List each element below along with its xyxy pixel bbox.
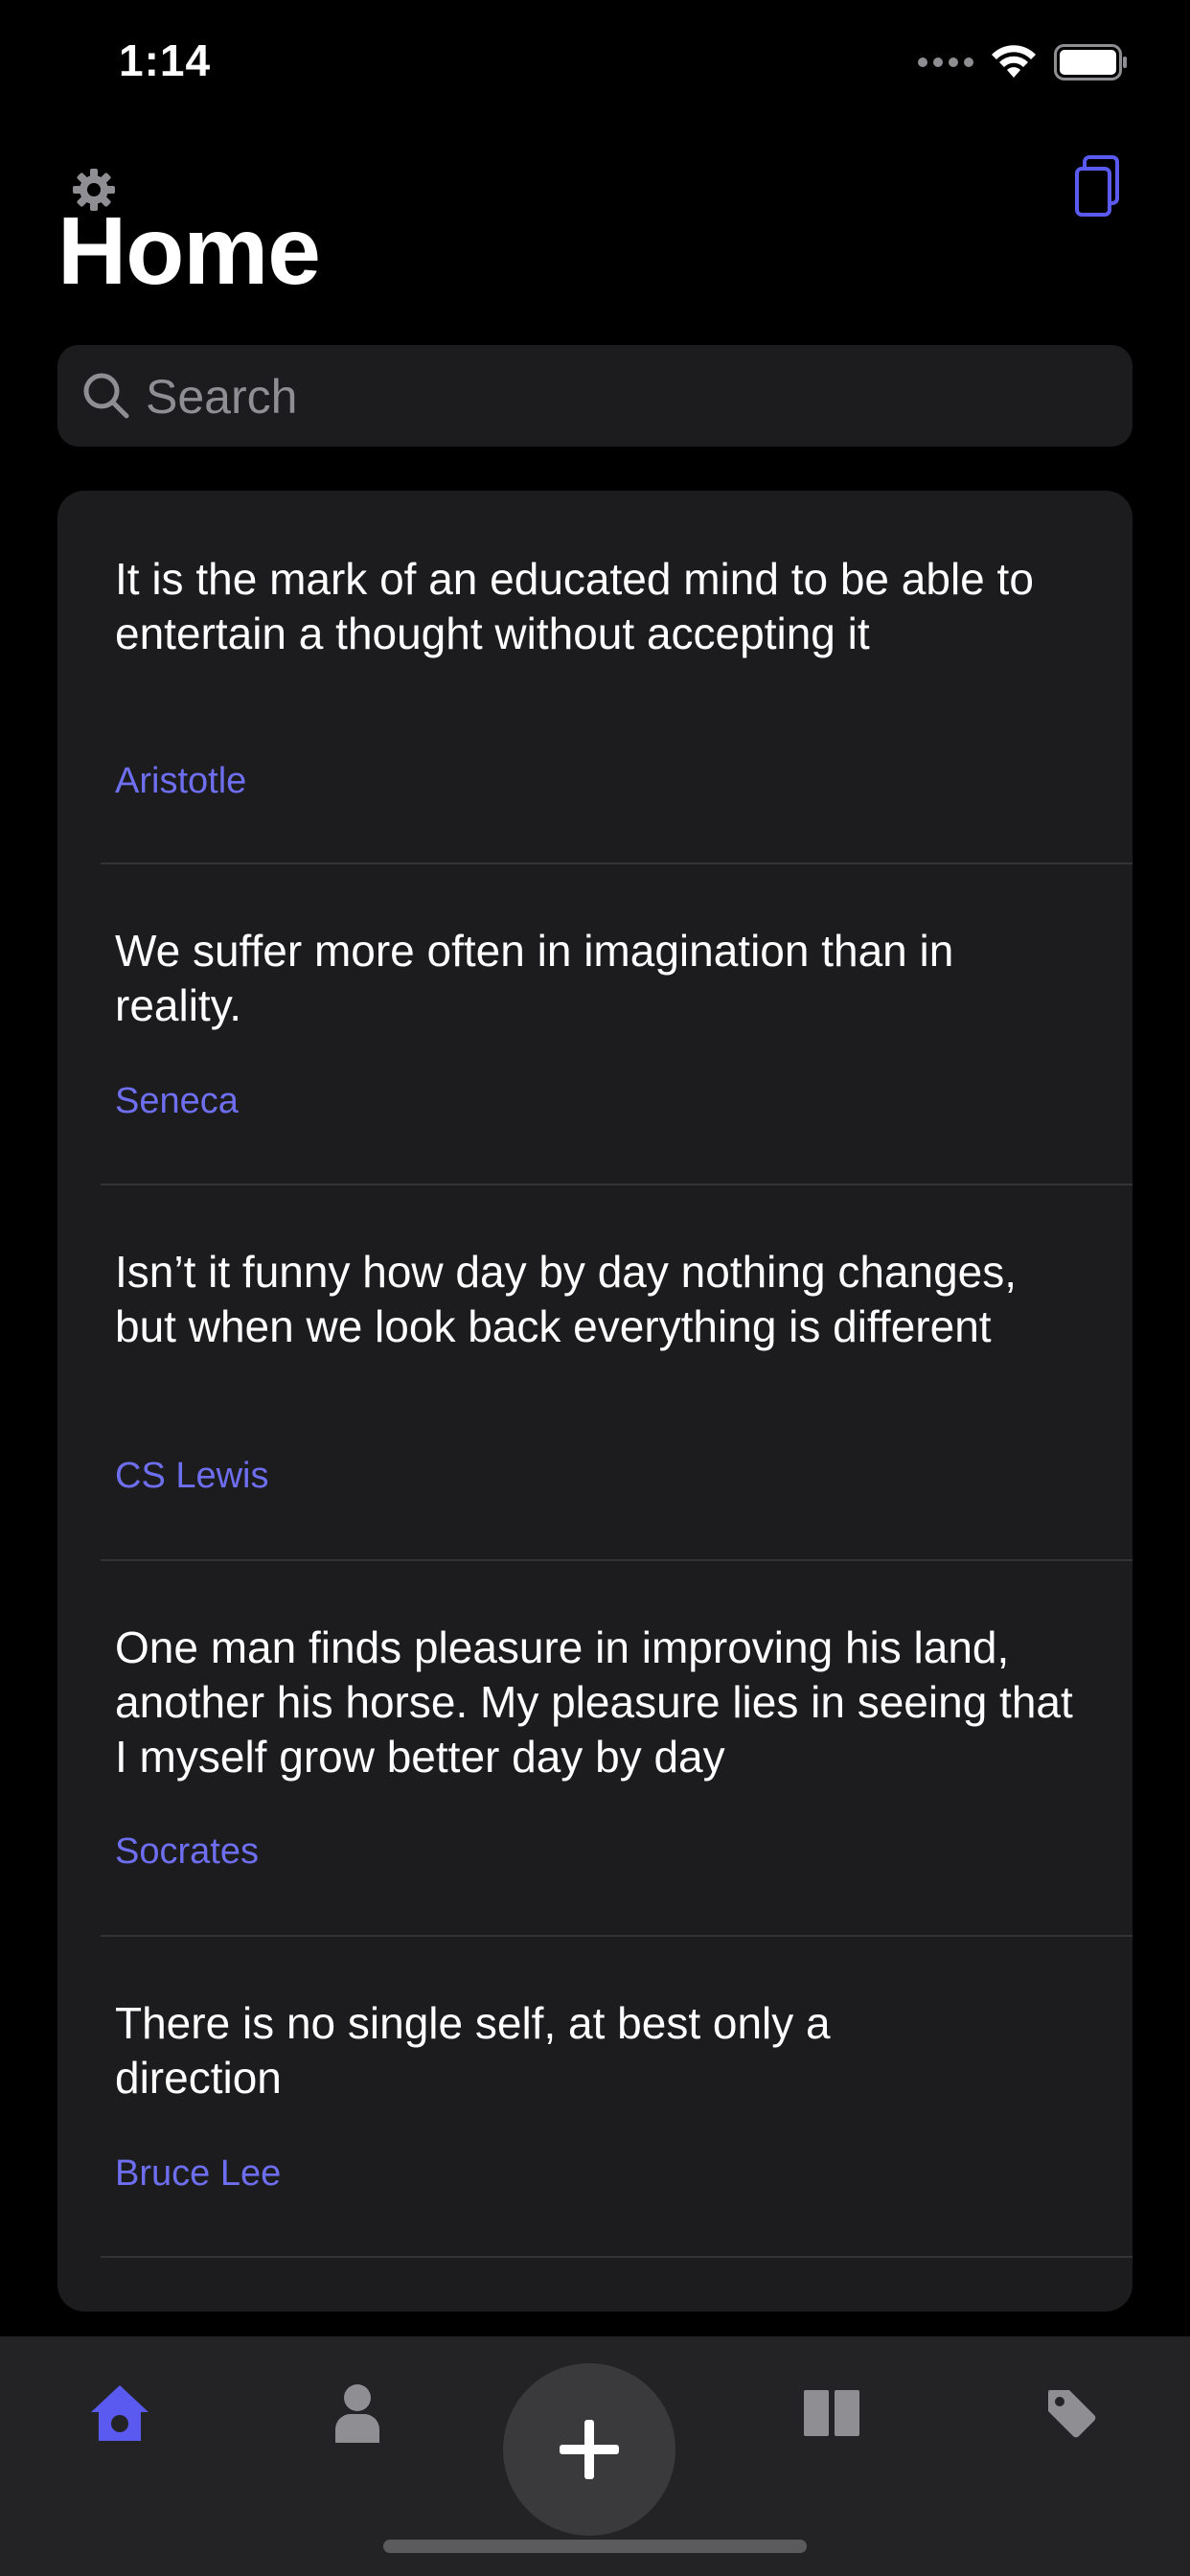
- list-item[interactable]: We suffer more often in imagination than…: [57, 864, 1133, 1185]
- quote-text: One man finds pleasure in improving his …: [115, 1622, 1073, 1782]
- home-indicator: [383, 2540, 807, 2553]
- search-icon: [83, 373, 129, 419]
- quote-author[interactable]: CS Lewis: [115, 1456, 269, 1497]
- quote-author[interactable]: Socrates: [115, 1831, 259, 1873]
- person-icon: [335, 2384, 379, 2443]
- book-icon: [804, 2390, 859, 2436]
- battery-icon: [1054, 44, 1127, 80]
- add-quote-button[interactable]: [503, 2363, 675, 2536]
- search-input[interactable]: [144, 345, 1087, 448]
- status-bar: 1:14: [0, 0, 1190, 125]
- quote-author[interactable]: Seneca: [115, 1081, 239, 1122]
- tab-tags[interactable]: [1033, 2375, 1110, 2451]
- status-indicators: [918, 44, 1129, 80]
- quote-author[interactable]: Aristotle: [115, 761, 246, 802]
- quote-author[interactable]: Bruce Lee: [115, 2153, 281, 2195]
- quote-text: There is no single self, at best only a …: [115, 1998, 831, 2103]
- list-item[interactable]: One man finds pleasure in improving his …: [57, 1561, 1133, 1937]
- wifi-icon: [992, 45, 1036, 78]
- tag-icon: [1048, 2390, 1096, 2438]
- quote-text: It is the mark of an educated mind to be…: [115, 554, 1034, 658]
- status-time: 1:14: [119, 35, 212, 85]
- quote-text: Isn’t it funny how day by day nothing ch…: [115, 1247, 1018, 1351]
- signal-icon: [918, 58, 973, 67]
- page-title: Home: [57, 197, 321, 305]
- list-item[interactable]: It is the mark of an educated mind to be…: [57, 491, 1133, 864]
- home-icon: [91, 2385, 149, 2441]
- quote-list: It is the mark of an educated mind to be…: [57, 491, 1133, 2312]
- divider: [101, 2256, 1133, 2258]
- quote-text: We suffer more often in imagination than…: [115, 926, 954, 1030]
- copy-icon[interactable]: [1071, 153, 1123, 222]
- search-bar[interactable]: [57, 345, 1133, 448]
- add-icon: [560, 2420, 619, 2479]
- navigation-header: Home: [0, 153, 1190, 326]
- list-item[interactable]: Isn’t it funny how day by day nothing ch…: [57, 1185, 1133, 1561]
- list-item[interactable]: There is no single self, at best only a …: [57, 1937, 1133, 2258]
- tab-books[interactable]: [793, 2375, 870, 2451]
- tab-profile[interactable]: [319, 2375, 396, 2451]
- tab-home[interactable]: [81, 2375, 158, 2451]
